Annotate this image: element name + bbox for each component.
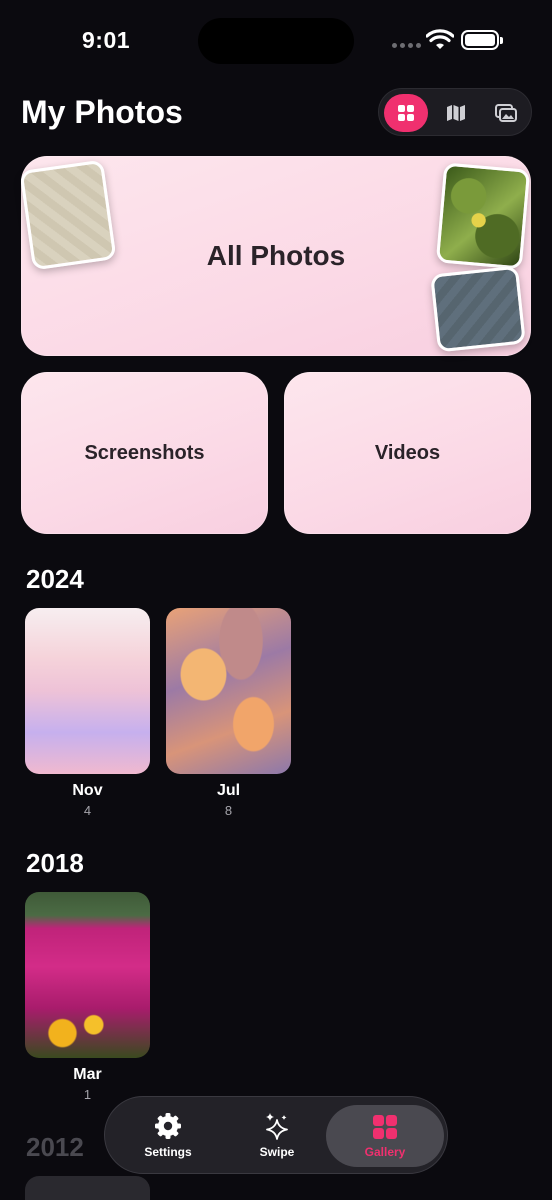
view-mode-switcher <box>378 88 532 136</box>
tab-label: Settings <box>144 1145 192 1159</box>
map-icon <box>447 105 465 121</box>
photo-stack-icon <box>495 104 517 122</box>
screenshots-album[interactable]: Screenshots <box>21 372 268 534</box>
tab-swipe[interactable]: Swipe <box>218 1105 336 1167</box>
month-count: 8 <box>224 803 233 818</box>
gear-icon <box>155 1113 181 1139</box>
month-count: 4 <box>83 803 92 818</box>
month-label: Nov <box>72 782 103 799</box>
month-tile[interactable] <box>25 1176 150 1200</box>
wifi-icon <box>426 29 454 49</box>
grid-icon <box>373 1115 397 1139</box>
dynamic-island <box>198 18 354 64</box>
tab-bar: Settings Swipe Gallery <box>104 1096 448 1174</box>
grid-view-button[interactable] <box>384 94 428 132</box>
screenshots-label: Screenshots <box>84 442 205 464</box>
month-tile-jul[interactable] <box>166 608 291 774</box>
battery-icon <box>461 30 503 50</box>
tab-label: Gallery <box>364 1145 406 1159</box>
year-heading: 2018 <box>26 848 84 878</box>
album-preview-thumbnail <box>19 159 117 271</box>
month-tile-mar[interactable] <box>25 892 150 1058</box>
album-preview-thumbnail <box>430 265 526 353</box>
album-preview-thumbnail <box>435 162 531 270</box>
videos-album[interactable]: Videos <box>284 372 531 534</box>
tab-gallery[interactable]: Gallery <box>326 1105 444 1167</box>
sparkles-icon <box>266 1113 288 1140</box>
status-time: 9:01 <box>82 27 131 53</box>
tab-settings[interactable]: Settings <box>109 1105 227 1167</box>
status-bar: 9:01 <box>0 0 552 80</box>
month-tile-nov[interactable] <box>25 608 150 774</box>
year-heading: 2012 <box>26 1132 84 1162</box>
month-label: Jul <box>216 782 241 799</box>
cellular-signal-icon <box>392 43 421 48</box>
photo-stack-view-button[interactable] <box>484 94 528 132</box>
videos-label: Videos <box>374 442 441 464</box>
map-view-button[interactable] <box>434 94 478 132</box>
tab-label: Swipe <box>259 1145 295 1159</box>
grid-icon <box>398 105 414 121</box>
year-heading: 2024 <box>26 564 84 594</box>
month-label: Mar <box>73 1066 102 1083</box>
page-title: My Photos <box>21 94 183 130</box>
